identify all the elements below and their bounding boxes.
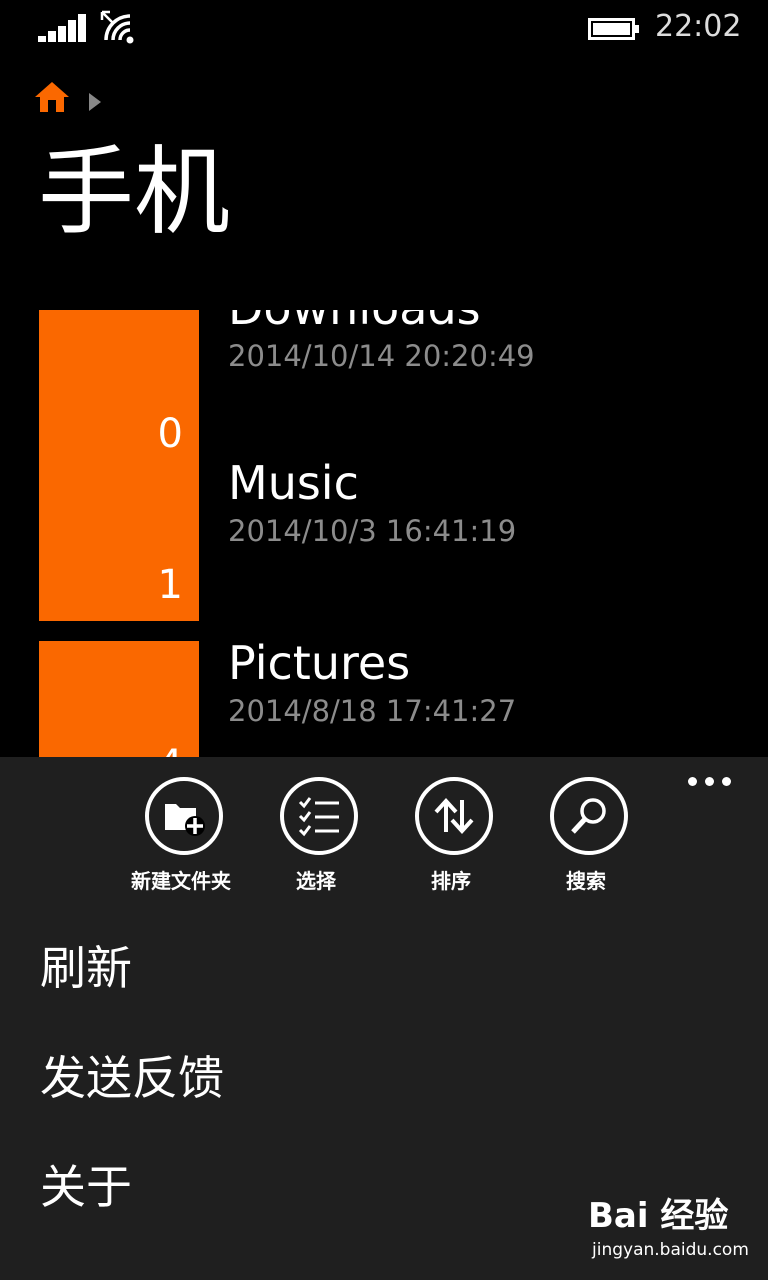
- folder-tile[interactable]: 0: [39, 310, 199, 470]
- sort-button[interactable]: 排序: [383, 777, 523, 897]
- item-date: 2014/10/14 20:20:49: [228, 339, 535, 373]
- dot-icon: [722, 777, 731, 786]
- select-button[interactable]: 选择: [248, 777, 388, 897]
- list-item-pictures[interactable]: 4 Pictures 2014/8/18 17:41:27: [0, 636, 768, 757]
- checklist-icon: [280, 777, 358, 855]
- search-label: 搜索: [566, 869, 606, 893]
- menu-item-about[interactable]: 关于: [40, 1157, 132, 1217]
- item-count: 4: [158, 743, 183, 757]
- watermark-url: jingyan.baidu.com: [592, 1240, 749, 1260]
- dot-icon: [705, 777, 714, 786]
- select-label: 选择: [296, 869, 336, 893]
- watermark-logo: Bai 经验: [588, 1196, 729, 1236]
- chevron-right-icon: [89, 93, 101, 111]
- item-name: Pictures: [228, 636, 411, 690]
- search-button[interactable]: 搜索: [518, 777, 658, 897]
- new-folder-icon: [145, 777, 223, 855]
- signal-strength-icon: [38, 14, 86, 42]
- item-count: 1: [157, 562, 183, 608]
- sort-icon: [415, 777, 493, 855]
- status-bar: 22:02: [0, 0, 768, 56]
- page-title: 手机: [38, 136, 230, 248]
- menu-item-refresh[interactable]: 刷新: [40, 938, 132, 998]
- clock: 22:02: [655, 9, 742, 44]
- list-item-music[interactable]: 1 Music 2014/10/3 16:41:19: [0, 456, 768, 621]
- more-options-button[interactable]: [686, 771, 734, 791]
- new-folder-label: 新建文件夹: [131, 869, 231, 893]
- item-date: 2014/8/18 17:41:27: [228, 694, 517, 728]
- new-folder-button[interactable]: 新建文件夹: [113, 777, 253, 897]
- folder-tile[interactable]: 4: [39, 641, 199, 757]
- folder-tile[interactable]: 1: [39, 461, 199, 621]
- item-name: Downloads: [228, 310, 481, 336]
- item-date: 2014/10/3 16:41:19: [228, 514, 517, 548]
- menu-item-feedback[interactable]: 发送反馈: [40, 1048, 224, 1108]
- watermark: Bai 经验 jingyan.baidu.com: [588, 1196, 749, 1266]
- item-name: Music: [228, 456, 359, 510]
- item-count: 0: [157, 411, 183, 457]
- battery-icon: [588, 18, 639, 40]
- home-icon[interactable]: [34, 80, 70, 114]
- breadcrumb: [34, 80, 154, 116]
- search-icon: [550, 777, 628, 855]
- sort-label: 排序: [431, 869, 471, 893]
- dot-icon: [688, 777, 697, 786]
- folder-list[interactable]: 0 Downloads 2014/10/14 20:20:49 1 Music …: [0, 310, 768, 757]
- list-item-downloads[interactable]: 0 Downloads 2014/10/14 20:20:49: [0, 310, 768, 470]
- wifi-icon: [100, 10, 134, 44]
